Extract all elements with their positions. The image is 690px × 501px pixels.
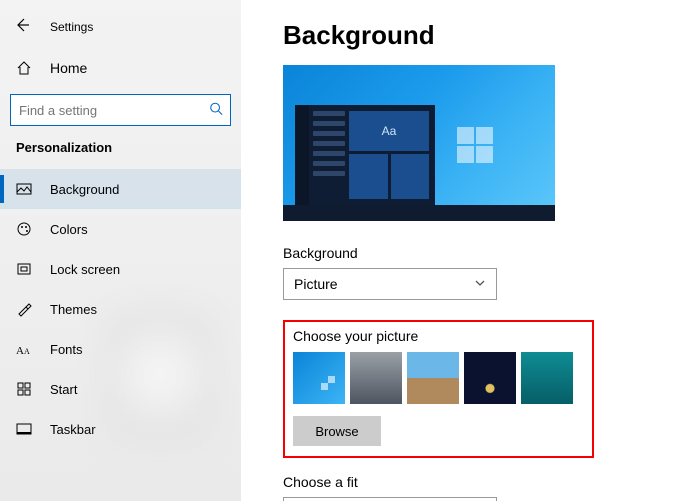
nav-label: Themes [50,302,97,317]
browse-button[interactable]: Browse [293,416,381,446]
sidebar: Settings Home Personalization Background… [0,0,241,501]
nav-label: Lock screen [50,262,120,277]
nav-colors[interactable]: Colors [0,209,241,249]
picture-thumbnails [293,352,584,404]
picture-icon [16,181,32,197]
home-icon [16,60,32,76]
choose-picture-label: Choose your picture [293,328,584,344]
fonts-icon: AA [16,341,32,357]
nav-label: Start [50,382,77,397]
picture-thumbnail[interactable] [350,352,402,404]
nav-start[interactable]: Start [0,369,241,409]
windows-logo-icon [457,127,493,163]
search-box[interactable] [10,94,231,126]
nav-taskbar[interactable]: Taskbar [0,409,241,449]
nav-home[interactable]: Home [0,50,241,86]
nav-background[interactable]: Background [0,169,241,209]
start-icon [16,381,32,397]
nav-themes[interactable]: Themes [0,289,241,329]
chevron-down-icon [474,278,486,291]
back-icon[interactable] [14,17,30,38]
page-title: Background [283,20,690,51]
palette-icon [16,221,32,237]
choose-fit-label: Choose a fit [283,474,690,490]
fit-select[interactable]: Fill [283,497,497,501]
nav-lockscreen[interactable]: Lock screen [0,249,241,289]
settings-label: Settings [50,20,93,34]
nav-label: Taskbar [50,422,96,437]
themes-icon [16,301,32,317]
home-label: Home [50,60,87,76]
desktop-preview: Aa [283,65,555,221]
search-input[interactable] [10,94,231,126]
choose-picture-section: Choose your picture Browse [283,320,594,458]
picture-thumbnail[interactable] [293,352,345,404]
preview-tile-aa: Aa [349,111,429,151]
picture-thumbnail[interactable] [407,352,459,404]
picture-thumbnail[interactable] [464,352,516,404]
nav-label: Fonts [50,342,83,357]
nav-label: Background [50,182,119,197]
picture-thumbnail[interactable] [521,352,573,404]
svg-text:A: A [24,347,30,356]
nav-label: Colors [50,222,88,237]
background-label: Background [283,245,690,261]
taskbar-icon [16,421,32,437]
background-type-select[interactable]: Picture [283,268,497,300]
lockscreen-icon [16,261,32,277]
select-value: Picture [294,276,338,292]
start-menu-preview: Aa [295,105,435,205]
nav-fonts[interactable]: AA Fonts [0,329,241,369]
section-title: Personalization [0,140,241,169]
main-content: Background Aa Background Picture Choose … [241,0,690,501]
svg-text:A: A [16,345,24,357]
